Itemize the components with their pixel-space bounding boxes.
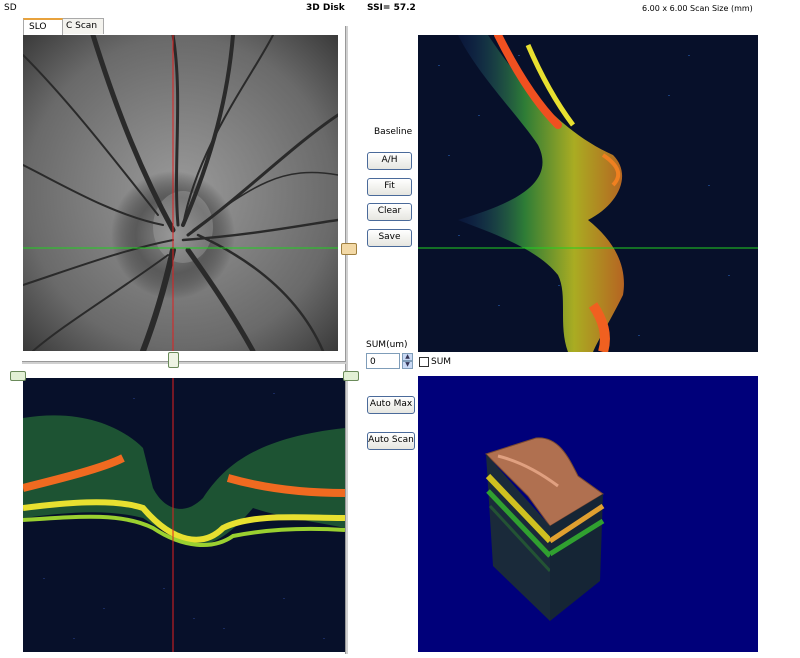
auto-scan-button[interactable]: Auto Scan bbox=[367, 432, 415, 450]
sum-um-label: SUM(um) bbox=[366, 340, 408, 350]
bscan-right-handle[interactable] bbox=[343, 371, 359, 381]
sum-input[interactable]: 0 bbox=[366, 353, 400, 369]
fit-button[interactable]: Fit bbox=[367, 178, 412, 196]
spin-down-icon[interactable]: ▼ bbox=[402, 361, 413, 369]
vertical-slider-track[interactable] bbox=[345, 26, 348, 654]
tab-slo[interactable]: SLO bbox=[23, 18, 63, 35]
ah-button[interactable]: A/H bbox=[367, 152, 412, 170]
slo-fundus-image[interactable] bbox=[23, 35, 338, 351]
baseline-label: Baseline bbox=[374, 127, 413, 137]
vertical-bscan-image[interactable] bbox=[418, 35, 758, 352]
clear-button[interactable]: Clear bbox=[367, 203, 412, 221]
horizontal-bscan-image[interactable] bbox=[23, 378, 345, 652]
bscan-left-handle[interactable] bbox=[10, 371, 26, 381]
ssi-value: SSI= 57.2 bbox=[367, 3, 416, 13]
scan-size-label: 6.00 x 6.00 Scan Size (mm) bbox=[642, 4, 753, 13]
sum-checkbox[interactable] bbox=[419, 357, 429, 367]
horizontal-slider-track[interactable] bbox=[22, 361, 346, 364]
header-left-label: SD bbox=[4, 3, 17, 13]
auto-max-button[interactable]: Auto Max bbox=[367, 396, 415, 414]
save-button[interactable]: Save bbox=[367, 229, 412, 247]
horizontal-slider-thumb[interactable] bbox=[168, 352, 179, 368]
3d-volume-view[interactable] bbox=[418, 376, 758, 652]
vertical-slider-thumb[interactable] bbox=[341, 243, 357, 255]
sum-checkbox-label: SUM bbox=[431, 357, 452, 367]
scan-mode-title: 3D Disk bbox=[306, 3, 345, 13]
spin-up-icon[interactable]: ▲ bbox=[402, 353, 413, 361]
tab-c-scan[interactable]: C Scan bbox=[60, 18, 104, 34]
